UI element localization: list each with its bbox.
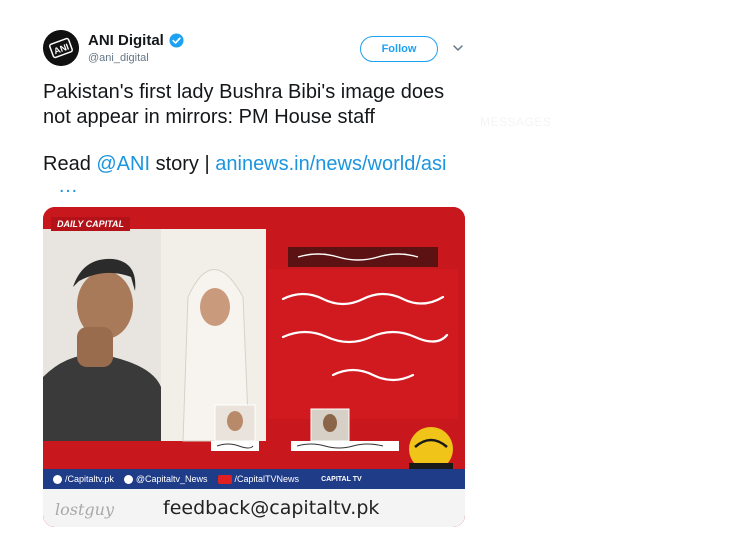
feedback-bar: lostguy feedback@capitaltv.pk — [43, 489, 465, 527]
social-item: /CapitalTVNews — [217, 474, 299, 484]
article-link[interactable]: aninews.in/news/world/asi — [215, 153, 446, 175]
author-row[interactable]: ANI Digital — [88, 32, 184, 49]
read-mid: story | — [150, 153, 216, 175]
display-name[interactable]: ANI Digital — [88, 32, 164, 49]
mention-link[interactable]: @ANI — [96, 153, 150, 175]
background-messages-label: MESSAGES — [480, 115, 552, 129]
twitter-icon — [123, 474, 133, 484]
watermark: lostguy — [55, 500, 114, 519]
headline-box — [268, 269, 458, 419]
facebook-icon — [53, 474, 62, 484]
woman-face — [200, 288, 230, 326]
feedback-email: feedback@capitaltv.pk — [163, 497, 380, 519]
handle[interactable]: @ani_digital — [88, 52, 149, 64]
link-ellipsis[interactable]: … — [58, 176, 78, 196]
social-ticker: /Capitaltv.pk @Capitaltv_News /CapitalTV… — [43, 469, 465, 489]
channel-tag: DAILY CAPITAL — [51, 217, 130, 231]
tweet-text-line2: not appear in mirrors: PM House staff — [43, 106, 375, 128]
chevron-down-icon[interactable] — [452, 43, 464, 53]
tweet-text: Pakistan's first lady Bushra Bibi's imag… — [43, 80, 463, 130]
youtube-icon — [217, 474, 232, 484]
ani-logo-icon: ANI — [43, 30, 79, 66]
read-line: Read @ANI story | aninews.in/news/world/… — [43, 152, 446, 177]
follow-button[interactable]: Follow — [360, 36, 438, 62]
read-prefix: Read — [43, 153, 97, 175]
verified-badge-icon — [169, 33, 184, 48]
tweet-card: ANI ANI Digital @ani_digital Follow Paki… — [0, 0, 749, 540]
avatar[interactable]: ANI — [43, 30, 79, 66]
tweet-text-line1: Pakistan's first lady Bushra Bibi's imag… — [43, 81, 445, 103]
tweet-media-image[interactable]: DAILY CAPITAL /Capitaltv.pk @Capitaltv_N… — [43, 207, 465, 527]
social-item: /Capitaltv.pk — [53, 474, 114, 484]
brand-label: CAPITAL TV — [321, 475, 362, 483]
social-item: @Capitaltv_News — [123, 474, 208, 484]
man-hand — [77, 327, 113, 367]
